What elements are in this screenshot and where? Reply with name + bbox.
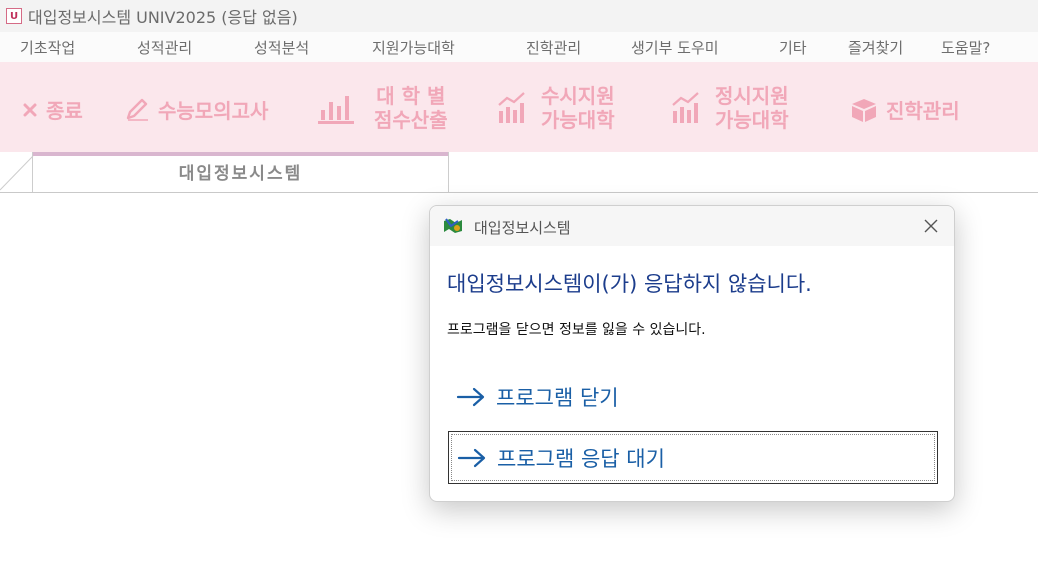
not-responding-dialog: 대입정보시스템 대입정보시스템이(가) 응답하지 않습니다. 프로그램을 닫으면… (429, 205, 955, 502)
score-by-university-button[interactable]: 대 학 별 점수산출 (318, 84, 448, 132)
tab-slant-decoration (0, 155, 34, 191)
x-icon (22, 102, 38, 118)
menu-grade-analysis[interactable]: 성적분석 (254, 37, 309, 58)
tab-label: 대입정보시스템 (178, 164, 303, 184)
app-logo-icon (442, 217, 464, 239)
dialog-heading: 대입정보시스템이(가) 응답하지 않습니다. (447, 272, 812, 296)
window-title: 대입정보시스템 UNIV2025 (응답 없음) (28, 8, 298, 27)
trend-chart-icon (497, 91, 527, 125)
score-by-university-line1: 대 학 별 (376, 84, 446, 108)
bar-chart-icon (318, 92, 354, 124)
close-program-button[interactable]: 프로그램 닫기 (448, 370, 938, 423)
tab-strip: 대입정보시스템 (0, 152, 1038, 193)
menu-favorites[interactable]: 즐겨찾기 (848, 37, 903, 58)
exit-button[interactable]: 종료 (22, 95, 83, 124)
menu-basic-work[interactable]: 기초작업 (20, 37, 75, 58)
dialog-header: 대입정보시스템 (430, 206, 954, 246)
menu-grade-management[interactable]: 성적관리 (137, 37, 192, 58)
menu-record-helper[interactable]: 생기부 도우미 (631, 37, 719, 58)
admission-management-label: 진학관리 (886, 99, 960, 123)
pencil-icon (124, 98, 150, 122)
early-admission-line1: 수시지원 (541, 84, 615, 108)
regular-admission-line2: 가능대학 (715, 108, 789, 132)
tab-accent (33, 152, 448, 156)
wait-for-response-label: 프로그램 응답 대기 (497, 446, 665, 471)
ribbon-toolbar: 종료 수능모의고사 대 학 별 점수산출 수시지원 가능대학 정시지원 가능대학… (0, 62, 1038, 152)
close-program-label: 프로그램 닫기 (496, 385, 619, 410)
dialog-message: 프로그램을 닫으면 정보를 잃을 수 있습니다. (447, 322, 706, 338)
dialog-title: 대입정보시스템 (474, 219, 571, 237)
regular-admission-line1: 정시지원 (715, 84, 789, 108)
trend-chart-icon (671, 91, 701, 125)
title-bar: U 대입정보시스템 UNIV2025 (응답 없음) (0, 0, 1038, 32)
score-by-university-line2: 점수산출 (374, 108, 448, 132)
close-icon (924, 219, 938, 233)
mock-exam-button[interactable]: 수능모의고사 (124, 95, 268, 124)
arrow-right-icon (457, 447, 487, 469)
menu-help[interactable]: 도움말? (941, 37, 990, 58)
menu-etc[interactable]: 기타 (779, 37, 807, 58)
admission-management-button[interactable]: 진학관리 (850, 95, 960, 124)
box-icon (850, 97, 878, 123)
menu-bar: 기초작업 성적관리 성적분석 지원가능대학 진학관리 생기부 도우미 기타 즐겨… (0, 32, 1038, 62)
tab-main-system[interactable]: 대입정보시스템 (32, 152, 449, 192)
exit-label: 종료 (46, 99, 83, 123)
early-admission-button[interactable]: 수시지원 가능대학 (497, 84, 615, 132)
wait-for-response-button[interactable]: 프로그램 응답 대기 (448, 431, 938, 484)
app-icon-letter: U (9, 10, 19, 22)
app-icon: U (6, 8, 22, 24)
arrow-right-icon (456, 386, 486, 408)
regular-admission-button[interactable]: 정시지원 가능대학 (671, 84, 789, 132)
dialog-close-button[interactable] (920, 215, 942, 237)
menu-admission-management[interactable]: 진학관리 (526, 37, 581, 58)
menu-eligible-universities[interactable]: 지원가능대학 (372, 37, 455, 58)
mock-exam-label: 수능모의고사 (158, 99, 269, 123)
early-admission-line2: 가능대학 (541, 108, 615, 132)
